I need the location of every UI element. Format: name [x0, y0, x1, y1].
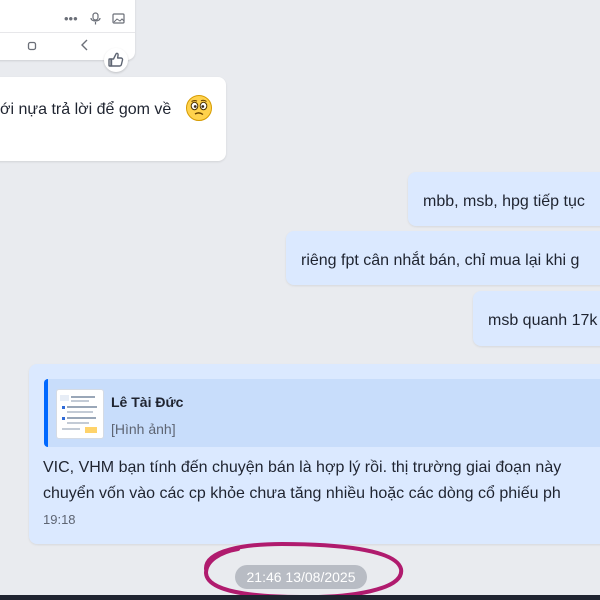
- sent-message[interactable]: msb quanh 17k: [473, 291, 600, 346]
- back-icon: [80, 39, 90, 53]
- quoted-sender-name: Lê Tài Đức: [111, 394, 184, 410]
- sent-message[interactable]: riêng fpt cân nhắt bán, chỉ mua lại khi …: [286, 231, 600, 285]
- message-text: riêng fpt cân nhắt bán, chỉ mua lại khi …: [301, 252, 580, 269]
- received-message[interactable]: ới nựa trả lời để gom về: [0, 77, 226, 161]
- thumbs-up-icon: [108, 52, 124, 67]
- reply-text-line-2: chuyển vốn vào các cp khỏe chưa tăng nhi…: [43, 485, 561, 502]
- confused-face-icon: [186, 95, 212, 121]
- quoted-image-thumbnail[interactable]: [56, 389, 104, 439]
- mic-icon: [90, 12, 101, 27]
- quoted-attachment-label: [Hình ảnh]: [111, 421, 176, 437]
- message-text: msb quanh 17k: [488, 312, 598, 329]
- message-time: 19:18: [43, 512, 76, 527]
- home-icon: [27, 40, 37, 53]
- bottom-screen-edge: [0, 595, 600, 600]
- sent-reply-message[interactable]: Lê Tài Đức [Hình ảnh] VIC, VHM bạn tính …: [29, 364, 600, 544]
- message-text: mbb, msb, hpg tiếp tục: [423, 193, 585, 210]
- date-separator: 21:46 13/08/2025: [235, 565, 367, 589]
- sent-message[interactable]: mbb, msb, hpg tiếp tục: [408, 172, 600, 226]
- embedded-card-divider: [0, 32, 135, 33]
- thumbs-up-reaction[interactable]: [104, 48, 128, 72]
- more-icon: •••: [64, 11, 78, 26]
- reply-text-line-1: VIC, VHM bạn tính đến chuyện bán là hợp …: [43, 459, 562, 476]
- quoted-message[interactable]: Lê Tài Đức [Hình ảnh]: [44, 379, 600, 447]
- quote-accent-bar: [44, 379, 48, 447]
- message-text: ới nựa trả lời để gom về: [0, 101, 172, 118]
- image-icon: [112, 12, 125, 27]
